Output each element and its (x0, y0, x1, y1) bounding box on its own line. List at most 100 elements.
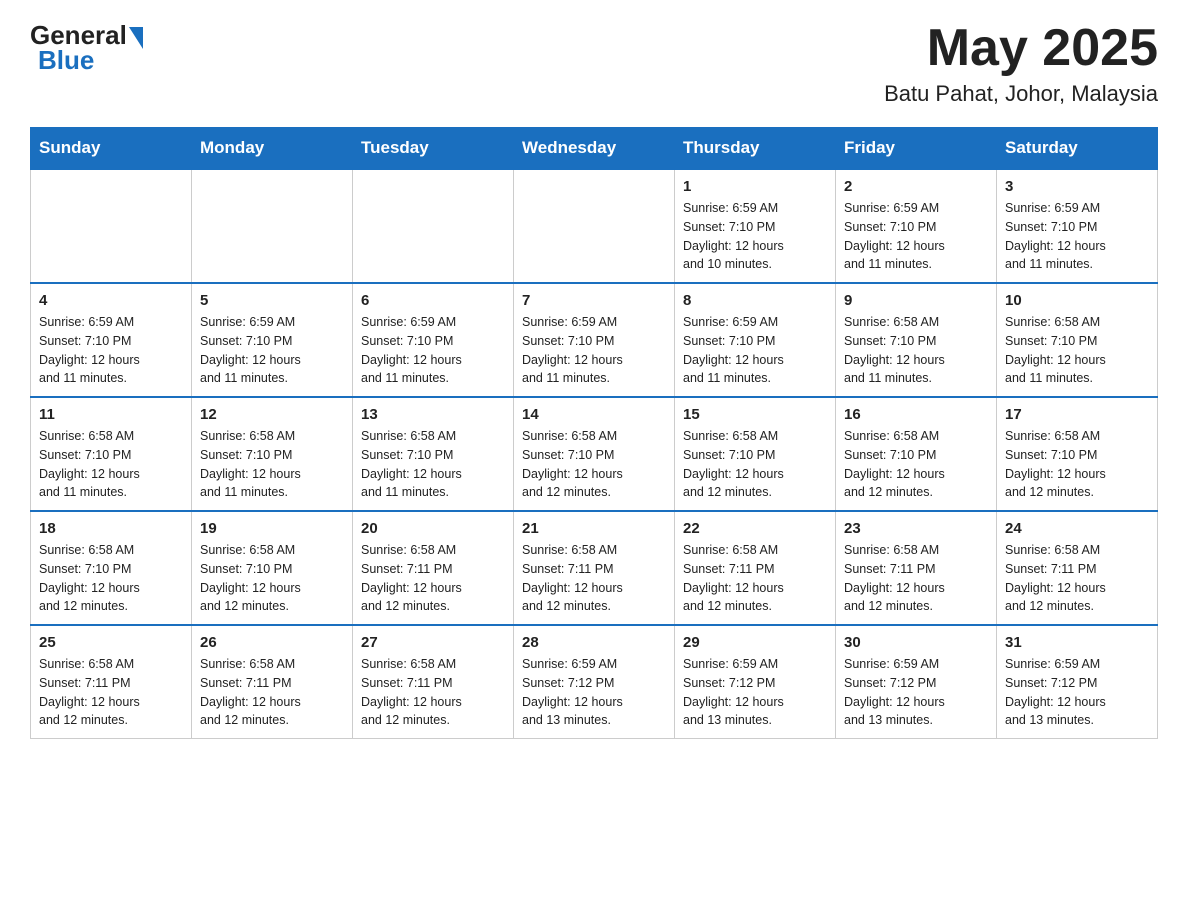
day-info: Sunrise: 6:58 AM Sunset: 7:11 PM Dayligh… (200, 655, 344, 730)
day-info: Sunrise: 6:59 AM Sunset: 7:10 PM Dayligh… (1005, 199, 1149, 274)
calendar-cell: 9Sunrise: 6:58 AM Sunset: 7:10 PM Daylig… (836, 283, 997, 397)
calendar-cell: 2 Sunrise: 6:59 AM Sunset: 7:10 PM Daylig… (836, 169, 997, 283)
day-number: 3 (1005, 178, 1149, 195)
day-info: Sunrise: 6:58 AM Sunset: 7:10 PM Dayligh… (844, 313, 988, 388)
calendar-cell: 17 Sunrise: 6:58 AM Sunset: 7:10 PM Dayli… (997, 397, 1158, 511)
day-info: Sunrise: 6:58 AM Sunset: 7:10 PM Dayligh… (200, 541, 344, 616)
calendar-table: Sunday Monday Tuesday Wednesday Thursday… (30, 127, 1158, 739)
col-tuesday: Tuesday (353, 128, 514, 170)
day-number: 26 (200, 634, 344, 651)
day-number: 29 (683, 634, 827, 651)
week-row-2: 4 Sunrise: 6:59 AM Sunset: 7:10 PM Daylig… (31, 283, 1158, 397)
col-saturday: Saturday (997, 128, 1158, 170)
calendar-cell: 20 Sunrise: 6:58 AM Sunset: 7:11 PM Dayli… (353, 511, 514, 625)
day-number: 6 (361, 292, 505, 309)
week-row-1: 1 Sunrise: 6:59 AM Sunset: 7:10 PM Daylig… (31, 169, 1158, 283)
calendar-cell: 3 Sunrise: 6:59 AM Sunset: 7:10 PM Daylig… (997, 169, 1158, 283)
calendar-cell: 14 Sunrise: 6:58 AM Sunset: 7:10 PM Dayli… (514, 397, 675, 511)
calendar-cell: 11Sunrise: 6:58 AM Sunset: 7:10 PM Dayli… (31, 397, 192, 511)
calendar-cell: 16 Sunrise: 6:58 AM Sunset: 7:10 PM Dayli… (836, 397, 997, 511)
col-sunday: Sunday (31, 128, 192, 170)
day-info: Sunrise: 6:58 AM Sunset: 7:11 PM Dayligh… (1005, 541, 1149, 616)
calendar-cell: 19 Sunrise: 6:58 AM Sunset: 7:10 PM Dayli… (192, 511, 353, 625)
day-info: Sunrise: 6:59 AM Sunset: 7:10 PM Dayligh… (844, 199, 988, 274)
week-row-3: 11Sunrise: 6:58 AM Sunset: 7:10 PM Dayli… (31, 397, 1158, 511)
day-number: 30 (844, 634, 988, 651)
title-area: May 2025 Batu Pahat, Johor, Malaysia (884, 20, 1158, 107)
calendar-cell: 1 Sunrise: 6:59 AM Sunset: 7:10 PM Daylig… (675, 169, 836, 283)
day-info: Sunrise: 6:59 AM Sunset: 7:10 PM Dayligh… (361, 313, 505, 388)
calendar-cell: 24 Sunrise: 6:58 AM Sunset: 7:11 PM Dayli… (997, 511, 1158, 625)
day-info: Sunrise: 6:58 AM Sunset: 7:10 PM Dayligh… (683, 427, 827, 502)
logo: General Blue (30, 20, 143, 76)
day-info: Sunrise: 6:58 AM Sunset: 7:10 PM Dayligh… (200, 427, 344, 502)
calendar-cell: 6 Sunrise: 6:59 AM Sunset: 7:10 PM Daylig… (353, 283, 514, 397)
day-number: 22 (683, 520, 827, 537)
day-number: 27 (361, 634, 505, 651)
calendar-cell: 7 Sunrise: 6:59 AM Sunset: 7:10 PM Daylig… (514, 283, 675, 397)
calendar-cell (514, 169, 675, 283)
day-info: Sunrise: 6:58 AM Sunset: 7:10 PM Dayligh… (522, 427, 666, 502)
day-info: Sunrise: 6:58 AM Sunset: 7:11 PM Dayligh… (361, 541, 505, 616)
day-info: Sunrise: 6:59 AM Sunset: 7:12 PM Dayligh… (522, 655, 666, 730)
calendar-cell: 25Sunrise: 6:58 AM Sunset: 7:11 PM Dayli… (31, 625, 192, 739)
calendar-cell: 26 Sunrise: 6:58 AM Sunset: 7:11 PM Dayli… (192, 625, 353, 739)
calendar-cell: 28 Sunrise: 6:59 AM Sunset: 7:12 PM Dayli… (514, 625, 675, 739)
day-info: Sunrise: 6:59 AM Sunset: 7:12 PM Dayligh… (844, 655, 988, 730)
day-number: 4 (39, 292, 183, 309)
day-number: 10 (1005, 292, 1149, 309)
calendar-cell: 15 Sunrise: 6:58 AM Sunset: 7:10 PM Dayli… (675, 397, 836, 511)
day-info: Sunrise: 6:59 AM Sunset: 7:12 PM Dayligh… (683, 655, 827, 730)
day-number: 21 (522, 520, 666, 537)
day-info: Sunrise: 6:58 AM Sunset: 7:11 PM Dayligh… (361, 655, 505, 730)
day-info: Sunrise: 6:59 AM Sunset: 7:10 PM Dayligh… (683, 199, 827, 274)
day-number: 8 (683, 292, 827, 309)
day-info: Sunrise: 6:58 AM Sunset: 7:10 PM Dayligh… (39, 427, 183, 502)
logo-triangle-icon (129, 27, 143, 49)
day-info: Sunrise: 6:59 AM Sunset: 7:12 PM Dayligh… (1005, 655, 1149, 730)
day-number: 12 (200, 406, 344, 423)
day-number: 7 (522, 292, 666, 309)
calendar-cell: 5Sunrise: 6:59 AM Sunset: 7:10 PM Daylig… (192, 283, 353, 397)
calendar-cell (192, 169, 353, 283)
day-info: Sunrise: 6:58 AM Sunset: 7:11 PM Dayligh… (683, 541, 827, 616)
day-number: 23 (844, 520, 988, 537)
calendar-header-row: Sunday Monday Tuesday Wednesday Thursday… (31, 128, 1158, 170)
day-info: Sunrise: 6:59 AM Sunset: 7:10 PM Dayligh… (683, 313, 827, 388)
calendar-cell (31, 169, 192, 283)
day-info: Sunrise: 6:58 AM Sunset: 7:10 PM Dayligh… (361, 427, 505, 502)
day-number: 24 (1005, 520, 1149, 537)
calendar-cell: 21 Sunrise: 6:58 AM Sunset: 7:11 PM Dayli… (514, 511, 675, 625)
day-number: 18 (39, 520, 183, 537)
day-number: 14 (522, 406, 666, 423)
day-info: Sunrise: 6:58 AM Sunset: 7:10 PM Dayligh… (844, 427, 988, 502)
calendar-cell: 29 Sunrise: 6:59 AM Sunset: 7:12 PM Dayli… (675, 625, 836, 739)
calendar-cell: 10 Sunrise: 6:58 AM Sunset: 7:10 PM Dayli… (997, 283, 1158, 397)
day-number: 19 (200, 520, 344, 537)
day-number: 1 (683, 178, 827, 195)
day-number: 17 (1005, 406, 1149, 423)
day-number: 20 (361, 520, 505, 537)
day-info: Sunrise: 6:58 AM Sunset: 7:10 PM Dayligh… (39, 541, 183, 616)
calendar-cell: 4 Sunrise: 6:59 AM Sunset: 7:10 PM Daylig… (31, 283, 192, 397)
day-info: Sunrise: 6:58 AM Sunset: 7:10 PM Dayligh… (1005, 313, 1149, 388)
day-info: Sunrise: 6:58 AM Sunset: 7:10 PM Dayligh… (1005, 427, 1149, 502)
calendar-cell: 18 Sunrise: 6:58 AM Sunset: 7:10 PM Dayli… (31, 511, 192, 625)
day-number: 31 (1005, 634, 1149, 651)
col-wednesday: Wednesday (514, 128, 675, 170)
day-number: 15 (683, 406, 827, 423)
day-info: Sunrise: 6:59 AM Sunset: 7:10 PM Dayligh… (39, 313, 183, 388)
calendar-cell: 13Sunrise: 6:58 AM Sunset: 7:10 PM Dayli… (353, 397, 514, 511)
day-number: 28 (522, 634, 666, 651)
calendar-cell: 22 Sunrise: 6:58 AM Sunset: 7:11 PM Dayli… (675, 511, 836, 625)
month-year-title: May 2025 (884, 20, 1158, 77)
calendar-cell: 30 Sunrise: 6:59 AM Sunset: 7:12 PM Dayli… (836, 625, 997, 739)
day-number: 16 (844, 406, 988, 423)
day-info: Sunrise: 6:58 AM Sunset: 7:11 PM Dayligh… (39, 655, 183, 730)
calendar-cell: 27 Sunrise: 6:58 AM Sunset: 7:11 PM Dayli… (353, 625, 514, 739)
day-number: 2 (844, 178, 988, 195)
day-info: Sunrise: 6:59 AM Sunset: 7:10 PM Dayligh… (522, 313, 666, 388)
col-thursday: Thursday (675, 128, 836, 170)
day-info: Sunrise: 6:58 AM Sunset: 7:11 PM Dayligh… (522, 541, 666, 616)
calendar-cell: 12 Sunrise: 6:58 AM Sunset: 7:10 PM Dayli… (192, 397, 353, 511)
